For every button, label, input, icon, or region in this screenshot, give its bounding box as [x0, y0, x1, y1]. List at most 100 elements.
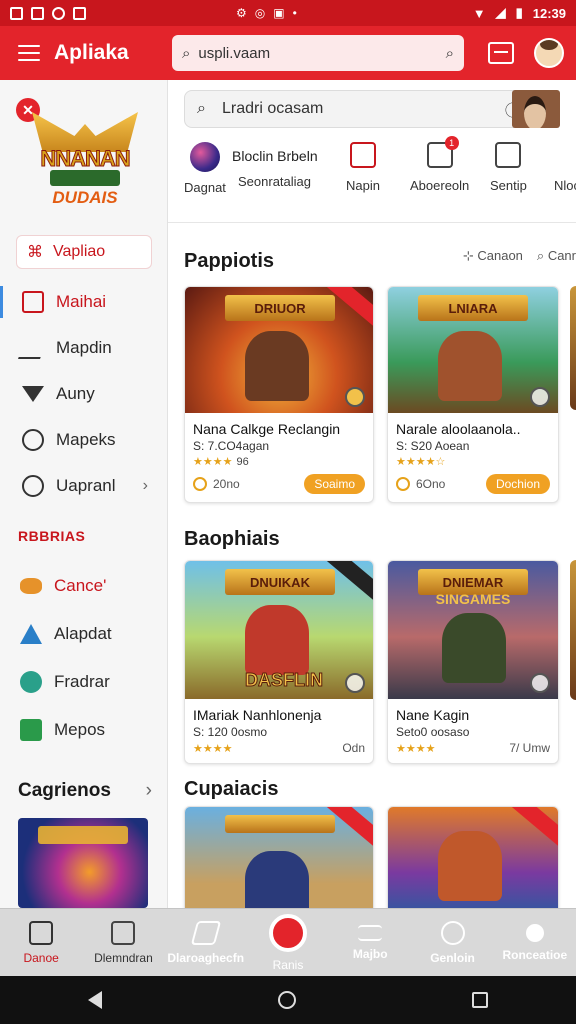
game-art: LNIARA	[388, 287, 558, 413]
info-icon	[530, 387, 550, 407]
game-title: Nana Calkge Reclangin	[193, 421, 341, 437]
profile-avatar[interactable]	[512, 90, 560, 128]
sidebar-item-auny[interactable]: Auny	[0, 372, 168, 416]
nav-label: Ronceatioe	[502, 947, 568, 962]
planet-icon	[189, 142, 220, 172]
cart-icon	[190, 920, 221, 945]
nav-genloin[interactable]: Genloin	[411, 909, 493, 976]
nav-dlemndran[interactable]: Dlemndran	[82, 909, 164, 976]
gear-icon: ⚙	[236, 6, 247, 20]
sidebar-item-uapranl[interactable]: Uapranl ›	[0, 464, 168, 508]
nav-danoe[interactable]: Danoe	[0, 909, 82, 976]
status-time: 12:39	[532, 5, 566, 21]
search-icon[interactable]: ⌕	[446, 45, 454, 62]
category-label: Cance'	[54, 576, 107, 595]
game-character	[438, 831, 502, 901]
home-button-icon[interactable]	[278, 991, 296, 1009]
search-icon: ⌕	[536, 248, 548, 263]
card-footer: ★★★★ Odn	[185, 739, 373, 763]
quick-action-sentip[interactable]: Sentip	[490, 142, 527, 193]
game-card[interactable]: DNUIKAK DASFLIN IMariak Nanhlonenja S: 1…	[184, 560, 374, 764]
menu-icon[interactable]	[18, 45, 40, 61]
quick-action-napin[interactable]: Napin	[346, 142, 380, 193]
wand-icon: ⌘	[27, 244, 43, 261]
quick-action-bloclin[interactable]: Bloclin Brbeln	[232, 148, 318, 164]
notification-badge: 1	[444, 136, 459, 150]
nav-majbo[interactable]: Majbo	[329, 909, 411, 976]
game-card-peek[interactable]	[570, 560, 576, 700]
game-subtitle: S: 7.CO4agan	[193, 439, 270, 453]
game-card[interactable]	[184, 806, 374, 908]
person-icon	[525, 923, 544, 942]
game-subtitle: S: 120 0osmo	[193, 725, 268, 739]
game-card[interactable]: LNIARA Narale aloolaanola.. S: S20 Aoean…	[387, 286, 559, 503]
category-item-fradrar[interactable]: Fradrar	[0, 660, 168, 704]
section-title: Pappiotis	[184, 250, 275, 272]
category-item-alapdat[interactable]: Alapdat	[0, 612, 168, 656]
sidebar-selected-item[interactable]: ⌘ Vapliao	[16, 235, 152, 269]
back-icon[interactable]	[88, 991, 102, 1009]
nav-dlaroaghecfn[interactable]: Dlaroaghecfn	[165, 909, 247, 976]
search-value: uspli.vaam	[198, 44, 271, 62]
quick-action-aboereoln[interactable]: 1 Aboereoln	[410, 136, 470, 193]
card-icon[interactable]	[488, 42, 514, 64]
notification-icon	[73, 6, 86, 20]
game-title: Narale aloolaanola..	[396, 421, 521, 437]
logo-text: NNANAN	[40, 146, 131, 172]
game-art	[185, 807, 373, 908]
notification-icon: ▣	[273, 6, 285, 20]
notification-icon	[31, 6, 44, 20]
rating: ★★★★☆	[396, 456, 446, 468]
sidebar-item-label: Mapdin	[56, 338, 112, 357]
chevron-right-icon: ›	[145, 780, 152, 801]
divider	[168, 222, 576, 223]
coin-icon	[396, 477, 410, 492]
sidebar-item-mapeks[interactable]: Mapeks	[0, 418, 168, 462]
game-character	[245, 605, 309, 675]
quick-action-label: Aboereoln	[410, 178, 470, 193]
game-card[interactable]	[387, 806, 559, 908]
alarm-icon	[268, 913, 307, 952]
search-field[interactable]: ⌕ uspli.vaam ⌕	[172, 35, 464, 71]
target-icon	[22, 429, 44, 451]
notebook-icon	[111, 920, 136, 945]
category-item-cance[interactable]: Cance'	[0, 564, 168, 608]
funnel-icon	[22, 386, 44, 402]
recent-apps-icon[interactable]	[472, 992, 488, 1008]
game-card[interactable]: DRIUOR Nana Calkge Reclangin S: 7.CO4aga…	[184, 286, 374, 503]
sidebar-item-mapdin[interactable]: Mapdin	[0, 326, 168, 370]
system-navigation	[0, 976, 576, 1024]
quick-action-label: Nloc	[554, 178, 576, 193]
category-thumbnail[interactable]	[18, 818, 148, 908]
search-button[interactable]: ⌕ Canr	[537, 248, 576, 264]
battery-icon: ▮	[515, 5, 523, 20]
play-button[interactable]: Dochion	[485, 474, 550, 494]
sidebar: ✕ NNANAN DUDAIS ⌘ Vapliao Maihai Mapdin …	[0, 80, 168, 908]
notification-icon	[10, 6, 23, 20]
rating: ★★★★ 96	[193, 456, 249, 468]
sidebar-heading: RBBRIAS	[18, 528, 86, 544]
chevron-right-icon: ›	[142, 477, 148, 494]
quick-action-dagnat[interactable]: Dagnat	[184, 142, 226, 195]
game-card-peek[interactable]	[570, 286, 576, 410]
play-button[interactable]: Soaimo	[304, 474, 365, 494]
sidebar-item-label: Auny	[56, 384, 95, 403]
main-search-field[interactable]: ⌕ Lradri ocasam ⓘ	[184, 90, 534, 128]
quick-action-nloc[interactable]: Nloc	[554, 142, 576, 193]
avatar[interactable]	[534, 38, 564, 68]
category-item-mepos[interactable]: Mepos	[0, 708, 168, 752]
game-art-title: DRIUOR	[225, 295, 335, 321]
nav-label: Genloin	[430, 950, 475, 965]
filter-button[interactable]: ⊹ Canaon	[463, 248, 523, 264]
sidebar-item-label: Mapeks	[56, 430, 116, 449]
nav-ronceatioe[interactable]: Ronceatioe	[494, 909, 576, 976]
game-card[interactable]: DNIEMAR SINGAMES Nane Kagin Seto0 oosaso…	[387, 560, 559, 764]
pin-icon: ⊹	[462, 248, 478, 263]
quick-action-sub: Seonrataliag	[238, 174, 311, 189]
menu-icon	[358, 924, 383, 941]
nav-ranis[interactable]: Ranis	[247, 909, 329, 976]
categories-header[interactable]: Cagrienos ›	[18, 780, 152, 802]
globe-icon	[20, 671, 42, 693]
sidebar-item-maihai[interactable]: Maihai	[0, 280, 168, 324]
main-search-placeholder: Lradri ocasam	[221, 100, 324, 117]
